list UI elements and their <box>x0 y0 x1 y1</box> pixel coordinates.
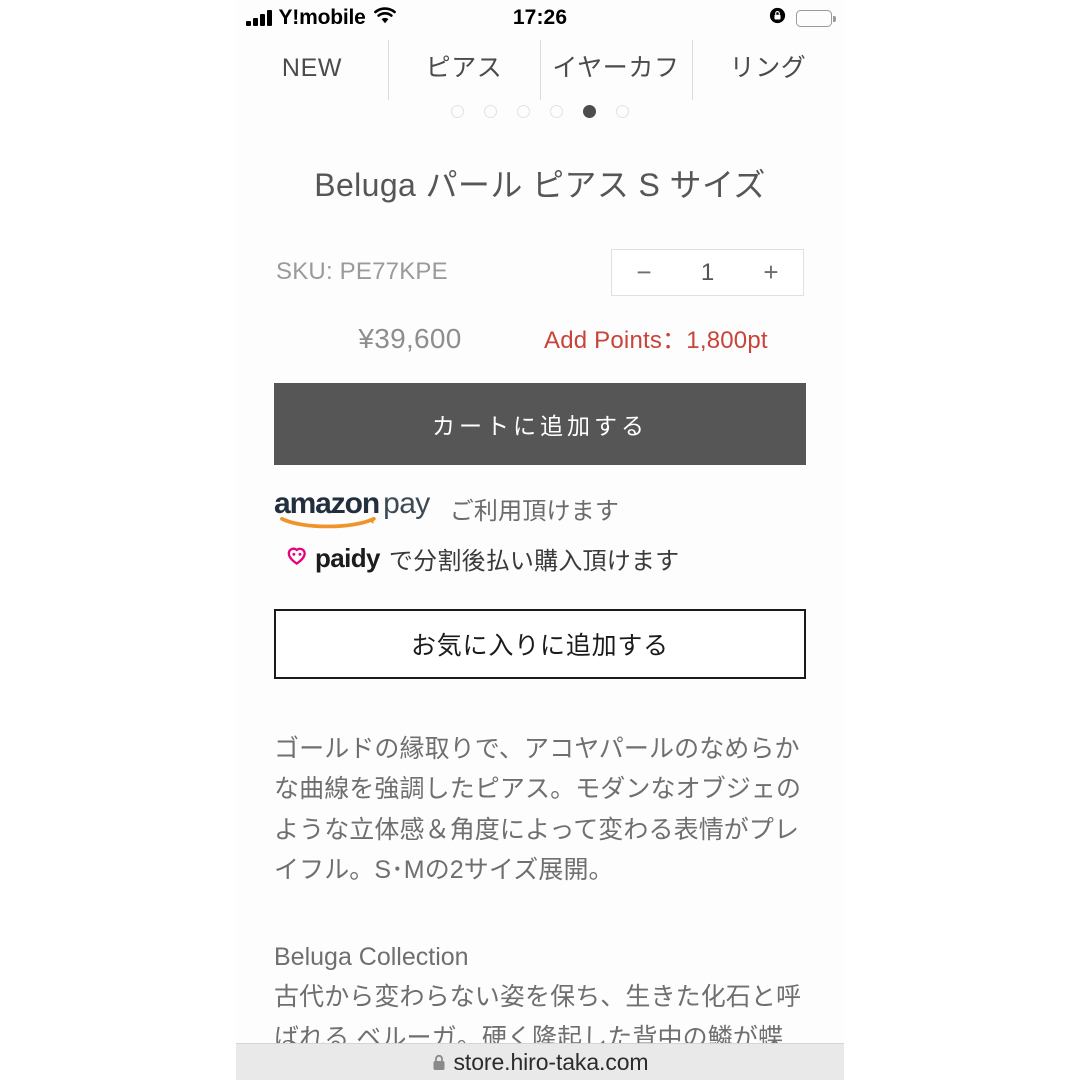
paidy-row: paidy で分割後払い購入頂けます <box>236 541 844 576</box>
product-description: ゴールドの縁取りで、アコヤパールのなめらかな曲線を強調したピアス。モダンなオブジ… <box>274 734 802 885</box>
nav-item-earcuff[interactable]: イヤーカフ <box>540 36 692 100</box>
url-text: store.hiro-taka.com <box>453 1048 649 1075</box>
status-bar-right <box>768 6 836 30</box>
price-row: ¥39,600 Add Points：1,800pt <box>236 320 844 355</box>
quantity-decrement-button[interactable]: − <box>612 250 676 295</box>
amazon-pay-wordmark-second: pay <box>383 486 430 520</box>
collection-heading: Beluga Collection <box>274 942 469 971</box>
nav-item-pierce[interactable]: ピアス <box>388 36 540 100</box>
sku-and-quantity-row: SKU: PE77KPE − 1 + <box>236 248 844 296</box>
status-bar-clock: 17:26 <box>512 6 568 29</box>
browser-url-bar[interactable]: store.hiro-taka.com <box>236 1043 844 1080</box>
category-nav: NEW ピアス イヤーカフ リング <box>236 36 844 100</box>
carousel-dot-active[interactable] <box>583 104 596 118</box>
add-to-cart-button[interactable]: カートに追加する <box>274 382 806 465</box>
product-detail: Beluga パール ピアス S サイズ SKU: PE77KPE − 1 + … <box>236 130 844 1080</box>
amazon-pay-note: ご利用頂けます <box>449 498 620 526</box>
quantity-increment-button[interactable]: + <box>739 250 803 295</box>
nav-item-new[interactable]: NEW <box>236 36 388 100</box>
screenshot-canvas: Y!mobile 17:26 NEW ピアス イヤーカフ リング Beluga … <box>0 0 1080 1080</box>
battery-icon <box>796 9 836 27</box>
amazon-pay-logo: amazon pay <box>274 486 430 529</box>
rotation-lock-icon <box>768 6 787 30</box>
carousel-dot[interactable] <box>550 104 563 118</box>
paidy-wordmark: paidy <box>315 542 381 573</box>
add-to-favorites-button[interactable]: お気に入りに追加する <box>274 608 806 679</box>
carousel-dot[interactable] <box>517 104 530 118</box>
lock-icon <box>433 1054 445 1070</box>
amazon-pay-row: amazon pay ご利用頂けます <box>236 486 844 529</box>
quantity-value[interactable]: 1 <box>676 250 739 295</box>
product-title: Beluga パール ピアス S サイズ <box>314 167 766 203</box>
sku-label: SKU: PE77KPE <box>276 258 448 286</box>
carousel-dot[interactable] <box>451 104 464 118</box>
phone-screen: Y!mobile 17:26 NEW ピアス イヤーカフ リング Beluga … <box>236 0 844 1080</box>
nav-item-ring[interactable]: リング <box>692 36 844 100</box>
paidy-logo: paidy <box>284 542 381 574</box>
carousel-dot[interactable] <box>616 104 629 118</box>
carousel-pagination <box>236 100 844 122</box>
paidy-note: で分割後払い購入頂けます <box>388 547 680 575</box>
quantity-stepper[interactable]: − 1 + <box>611 248 804 296</box>
amazon-smile-icon <box>280 516 376 528</box>
carousel-dot[interactable] <box>484 104 497 118</box>
paidy-mark-icon <box>287 547 306 565</box>
product-price: ¥39,600 <box>358 322 462 354</box>
status-bar: Y!mobile 17:26 <box>236 0 844 36</box>
add-points-label: Add Points：1,800pt <box>544 326 768 354</box>
